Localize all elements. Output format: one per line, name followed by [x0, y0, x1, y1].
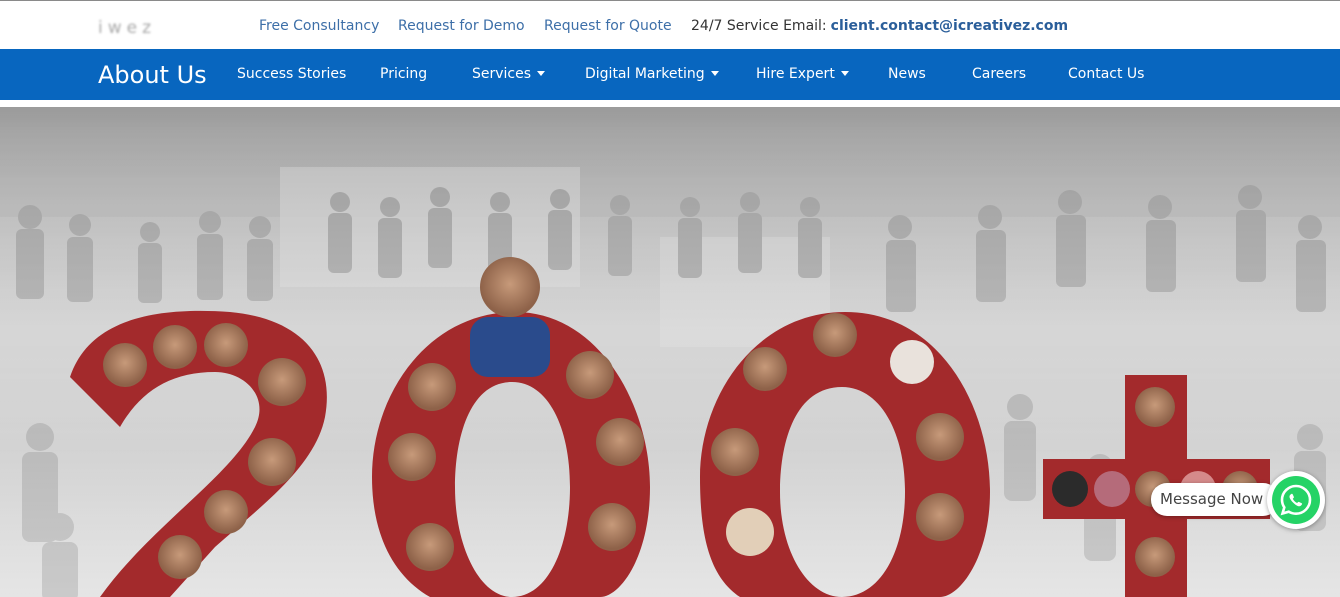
- nav-success-stories[interactable]: Success Stories: [237, 66, 346, 82]
- nav-label: Pricing: [380, 66, 428, 82]
- nav-label: Services: [472, 66, 532, 82]
- service-email-label: 24/7 Service Email:: [691, 18, 827, 34]
- page-title[interactable]: About Us: [98, 61, 207, 89]
- nav-news[interactable]: News: [888, 66, 926, 82]
- company-logo[interactable]: iwez: [98, 18, 156, 38]
- free-consultancy-link[interactable]: Free Consultancy: [259, 18, 379, 34]
- nav-label: Hire Expert: [756, 66, 835, 82]
- nav-label: News: [888, 66, 926, 82]
- nav-services[interactable]: Services: [472, 66, 546, 82]
- top-bar: iwez Free Consultancy Request for Demo R…: [0, 0, 1340, 49]
- caret-down-icon: [710, 70, 719, 76]
- nav-contact-us[interactable]: Contact Us: [1068, 66, 1144, 82]
- whatsapp-icon: [1272, 476, 1320, 524]
- team-hero-image: [0, 107, 1340, 597]
- whatsapp-button[interactable]: [1267, 471, 1325, 529]
- nav-label: Digital Marketing: [585, 66, 705, 82]
- nav-label: Contact Us: [1068, 66, 1145, 82]
- nav-digital-marketing[interactable]: Digital Marketing: [585, 66, 719, 82]
- service-email-info: 24/7 Service Email: client.contact@icreat…: [691, 18, 1068, 34]
- main-navbar: About Us Success Stories Pricing Service…: [0, 49, 1340, 100]
- nav-spacer: [0, 100, 1340, 107]
- nav-pricing[interactable]: Pricing: [380, 66, 427, 82]
- team-photo-collage-icon: [0, 107, 1340, 597]
- caret-down-icon: [840, 70, 849, 76]
- request-quote-link[interactable]: Request for Quote: [544, 18, 672, 34]
- nav-hire-expert[interactable]: Hire Expert: [756, 66, 849, 82]
- nav-label: Careers: [972, 66, 1027, 82]
- service-email-link[interactable]: client.contact@icreativez.com: [831, 18, 1068, 34]
- caret-down-icon: [537, 70, 546, 76]
- message-now-button[interactable]: Message Now: [1151, 483, 1279, 516]
- nav-label: Success Stories: [237, 66, 347, 82]
- nav-careers[interactable]: Careers: [972, 66, 1026, 82]
- request-demo-link[interactable]: Request for Demo: [398, 18, 525, 34]
